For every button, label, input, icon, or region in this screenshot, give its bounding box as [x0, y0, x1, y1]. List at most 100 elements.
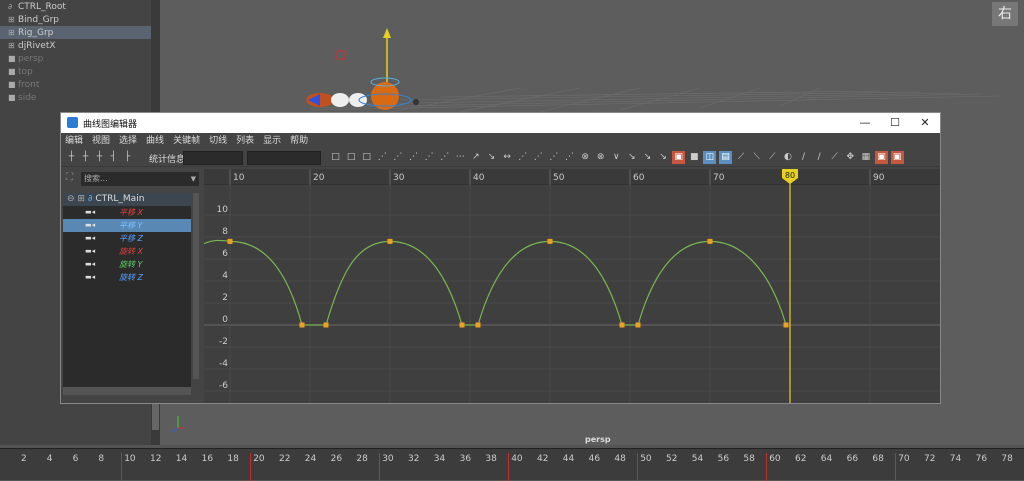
outliner-item[interactable]: ■ top — [0, 65, 160, 78]
stats-field-2[interactable] — [247, 151, 321, 165]
search-placeholder: 搜索... — [84, 174, 108, 183]
menu-item[interactable]: 选择 — [119, 133, 137, 149]
outliner-scroll-thumb[interactable] — [152, 400, 159, 430]
tool-icon[interactable]: ├ — [121, 151, 134, 164]
tool-icon[interactable]: ⋰ — [532, 151, 545, 164]
curve-icon: ∂ — [8, 2, 13, 11]
tool-icon[interactable]: ↘ — [657, 151, 670, 164]
move-gizmo-y-arrow[interactable] — [383, 28, 391, 38]
menu-item[interactable]: 曲线 — [146, 133, 164, 149]
minimize-button[interactable]: — — [850, 113, 880, 133]
channel-row[interactable]: ▬◂ 平移 Z — [63, 232, 191, 245]
tool-icon[interactable]: ⋰ — [516, 151, 529, 164]
tool-icon[interactable]: ⟍ — [750, 151, 763, 164]
tool-icon[interactable]: ⊗ — [594, 151, 607, 164]
tool-icon[interactable]: ⊗ — [579, 151, 592, 164]
tool-icon[interactable]: □ — [329, 151, 342, 164]
expand-icon[interactable]: ⊖ ⊞ — [67, 194, 85, 204]
tool-icon[interactable]: ┼ — [79, 151, 92, 164]
menu-item[interactable]: 显示 — [263, 133, 281, 149]
tool-icon[interactable]: ↔ — [501, 151, 514, 164]
body-segment[interactable] — [349, 93, 367, 107]
tool-icon[interactable]: ⋯ — [454, 151, 467, 164]
tool-icon[interactable]: ∕ — [797, 151, 810, 164]
outliner-item-label: Rig_Grp — [18, 28, 54, 38]
frame-tick-label: 42 — [537, 454, 549, 464]
outliner-item[interactable]: ∂ CTRL_Root — [0, 0, 160, 13]
menu-item[interactable]: 视图 — [92, 133, 110, 149]
tool-icon[interactable]: ⟋ — [766, 151, 779, 164]
graph-canvas[interactable]: 1086420-2-4-610 20 30 40 50 60 70 9080 — [204, 169, 940, 403]
title-bar[interactable]: 曲线图编辑器 — ☐ ✕ — [61, 113, 940, 133]
outliner-item[interactable]: ⊞ djRivetX — [0, 39, 160, 52]
tool-icon[interactable]: ∨ — [610, 151, 623, 164]
view-cube[interactable]: 右 — [992, 2, 1018, 26]
frame-tick-label: 16 — [201, 454, 214, 464]
close-button[interactable]: ✕ — [910, 113, 940, 133]
outliner-item[interactable]: ⊞ Rig_Grp — [0, 26, 160, 39]
filter-icon[interactable]: ⛶ — [66, 172, 78, 184]
tool-icon[interactable]: ↘ — [625, 151, 638, 164]
channel-row[interactable]: ▬◂ 旋转 Z — [63, 271, 191, 284]
outliner-item[interactable]: ■ side — [0, 91, 160, 104]
menu-item[interactable]: 编辑 — [65, 133, 83, 149]
tool-icon[interactable]: □ — [360, 151, 373, 164]
channel-scrollbar-v[interactable] — [193, 193, 199, 379]
keyframe-point — [459, 322, 465, 328]
tool-icon[interactable]: ⋰ — [423, 151, 436, 164]
channel-row[interactable]: ▬◂ 旋转 X — [63, 245, 191, 258]
tool-icon[interactable]: ↘ — [641, 151, 654, 164]
search-input[interactable]: 搜索... ▼ — [81, 172, 199, 186]
menu-item[interactable]: 列表 — [236, 133, 254, 149]
tool-icon[interactable]: ↘ — [485, 151, 498, 164]
stats-field-1[interactable] — [183, 151, 243, 165]
camera-icon: ■ — [8, 80, 16, 89]
tool-icon[interactable]: ▦ — [859, 151, 872, 164]
tool-icon[interactable]: ⋰ — [391, 151, 404, 164]
tool-icon[interactable]: ▣ — [890, 151, 904, 164]
keyframe-point — [475, 322, 481, 328]
outliner-item[interactable]: ■ persp — [0, 52, 160, 65]
menu-item[interactable]: 切线 — [209, 133, 227, 149]
menu-item[interactable]: 帮助 — [290, 133, 308, 149]
channel-row[interactable]: ▬◂ 平移 Y — [63, 219, 191, 232]
tool-icon[interactable]: ┤ — [107, 151, 120, 164]
outliner-item[interactable]: ⊞ Bind_Grp — [0, 13, 160, 26]
tool-icon[interactable]: ⋰ — [563, 151, 576, 164]
tool-icon[interactable]: ┼ — [65, 151, 78, 164]
tool-icon[interactable]: ∕ — [813, 151, 826, 164]
channel-row[interactable]: ▬◂ 旋转 Y — [63, 258, 191, 271]
menu-item[interactable]: 关键帧 — [173, 133, 200, 149]
y-tick-label: 10 — [217, 205, 229, 215]
tool-icon[interactable]: ⋰ — [376, 151, 389, 164]
tool-icon[interactable]: ▤ — [719, 151, 732, 164]
outliner-item[interactable]: ■ front — [0, 78, 160, 91]
tool-icon[interactable]: ■ — [688, 151, 701, 164]
pivot-marker[interactable] — [336, 50, 346, 60]
y-tick-label: -4 — [219, 359, 228, 369]
maximize-button[interactable]: ☐ — [880, 113, 910, 133]
tool-icon[interactable]: ▣ — [875, 151, 888, 164]
tool-icon[interactable]: ◫ — [703, 151, 717, 164]
curve-graph[interactable]: 10 8 6 4 2 0 -2 -4 -6 10 20 30 40 50 60 70 90 80 — [204, 169, 940, 403]
tail-joint[interactable] — [413, 99, 419, 105]
tool-icon[interactable]: ⋰ — [438, 151, 451, 164]
node-row[interactable]: ⊖ ⊞ ∂ CTRL_Main — [63, 193, 191, 206]
tool-icon[interactable]: ↗ — [469, 151, 482, 164]
tool-icon[interactable]: □ — [345, 151, 358, 164]
frame-tick-label: 14 — [175, 454, 188, 464]
tool-icon[interactable]: ┼ — [93, 151, 106, 164]
body-segment[interactable] — [331, 93, 349, 107]
tool-icon[interactable]: ✥ — [844, 151, 857, 164]
tool-icon[interactable]: ⋰ — [547, 151, 560, 164]
tool-icon[interactable]: ⟋ — [828, 151, 841, 164]
keyframe-point — [707, 238, 713, 244]
tool-icon[interactable]: ◐ — [781, 151, 794, 164]
tool-icon[interactable]: ⟋ — [735, 151, 748, 164]
time-slider[interactable]: 2 4 6 8 10 12 14 16 18 20 22 24 26 28 30 32 34 36 38 40 42 44… — [0, 448, 1024, 481]
channel-row[interactable]: ▬◂ 平移 X — [63, 206, 191, 219]
chevron-down-icon[interactable]: ▼ — [191, 172, 196, 186]
tool-icon[interactable]: ▣ — [672, 151, 686, 164]
channel-scrollbar-h[interactable] — [63, 387, 191, 395]
tool-icon[interactable]: ⋰ — [407, 151, 420, 164]
